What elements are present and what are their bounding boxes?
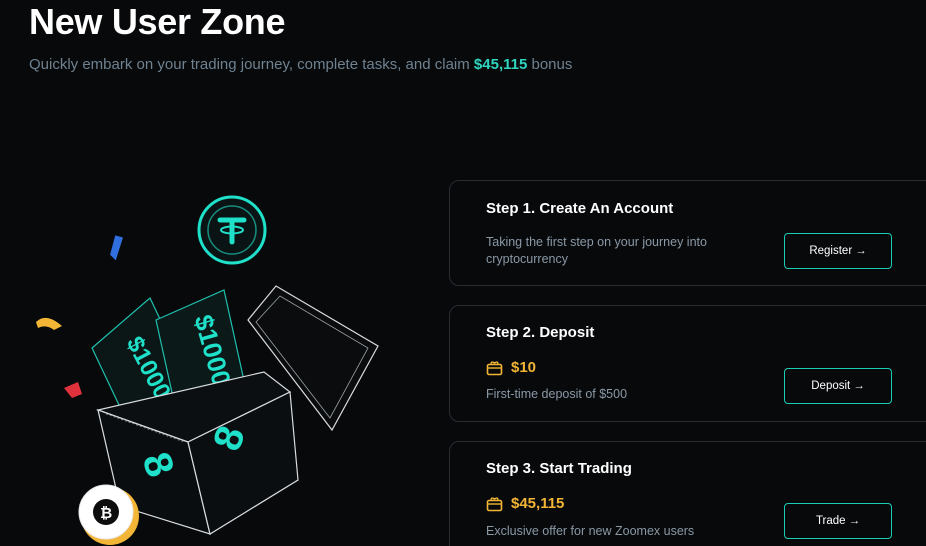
arrow-right-icon: → <box>855 245 867 257</box>
deposit-button[interactable]: Deposit → <box>784 368 892 404</box>
gift-icon <box>486 361 503 376</box>
gift-box-illustration: $1000 $1000 8 8 ₿ <box>28 180 408 546</box>
step-description: First-time deposit of $500 <box>486 387 628 401</box>
subtitle-text: Quickly embark on your trading journey, … <box>29 56 474 73</box>
tether-coin-icon <box>197 195 267 265</box>
arrow-right-icon: → <box>853 380 865 392</box>
step-title: Step 3. Start Trading <box>486 460 632 477</box>
register-button[interactable]: Register → <box>784 233 892 269</box>
reward-row: $45,115 <box>486 495 564 512</box>
reward-amount: $45,115 <box>511 495 565 512</box>
arrow-right-icon: → <box>848 515 861 527</box>
confetti-red <box>64 382 82 398</box>
button-label: Register <box>809 245 853 257</box>
gift-box-graphic: $1000 $1000 8 8 ₿ <box>36 195 379 545</box>
confetti-yellow <box>36 317 62 330</box>
step-description: Taking the first step on your journey in… <box>486 235 707 266</box>
step-card-start-trading: Step 3. Start Trading $45,115 Exclusive … <box>449 441 926 546</box>
step-card-deposit: Step 2. Deposit $10 First-time deposit o… <box>449 305 926 422</box>
page-title: New User Zone <box>29 1 286 42</box>
svg-text:₿: ₿ <box>100 505 112 522</box>
page-subtitle: Quickly embark on your trading journey, … <box>29 55 572 75</box>
reward-amount: $10 <box>511 359 537 376</box>
button-label: Trade <box>815 515 846 527</box>
trade-button[interactable]: Trade → <box>784 503 892 539</box>
step-description: Exclusive offer for new Zoomex users <box>486 524 695 538</box>
step-card-create-account: Step 1. Create An Account Taking the fir… <box>449 180 926 286</box>
step-title: Step 1. Create An Account <box>486 200 674 217</box>
step-title: Step 2. Deposit <box>486 324 595 341</box>
subtitle-suffix: bonus <box>527 56 573 73</box>
confetti-blue <box>110 235 123 261</box>
reward-row: $10 <box>486 359 536 376</box>
gift-icon <box>486 497 503 512</box>
bonus-amount: $45,115 <box>473 56 528 73</box>
new-user-zone-page: New User Zone Quickly embark on your tra… <box>0 0 926 546</box>
button-label: Deposit <box>811 380 851 392</box>
